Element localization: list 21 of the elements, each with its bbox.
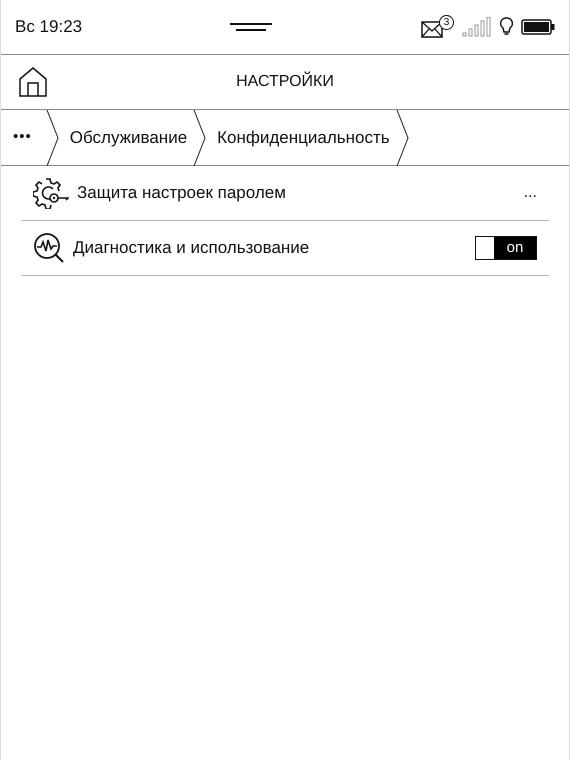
toggle-switch[interactable]: on (475, 236, 537, 260)
setting-label[interactable]: Защита настроек паролем (77, 180, 516, 206)
signal-icon (462, 17, 492, 37)
page-title: НАСТРОЙКИ (236, 70, 334, 92)
menu-handle-icon[interactable] (230, 22, 274, 32)
breadcrumb-separator-icon (396, 110, 410, 166)
light-bulb-icon (500, 17, 513, 37)
mail-count-badge: 3 (438, 15, 454, 30)
setting-label[interactable]: Диагностика и использование (73, 235, 467, 261)
breadcrumb-separator-icon (46, 110, 60, 166)
diagnostics-icon (33, 232, 65, 264)
battery-icon (520, 19, 555, 35)
more-crumbs-button[interactable]: ••• (1, 110, 46, 165)
mail-icon[interactable] (420, 21, 443, 39)
breadcrumb-link[interactable]: Конфиденциальность (207, 110, 396, 165)
home-icon[interactable] (19, 67, 47, 97)
clock-time: Вс 19:23 (15, 16, 82, 38)
breadcrumb-separator-icon (193, 110, 208, 166)
setting-value[interactable]: ... (524, 181, 537, 205)
breadcrumb-link[interactable]: Обслуживание (60, 110, 194, 165)
gear-key-icon (33, 177, 69, 209)
